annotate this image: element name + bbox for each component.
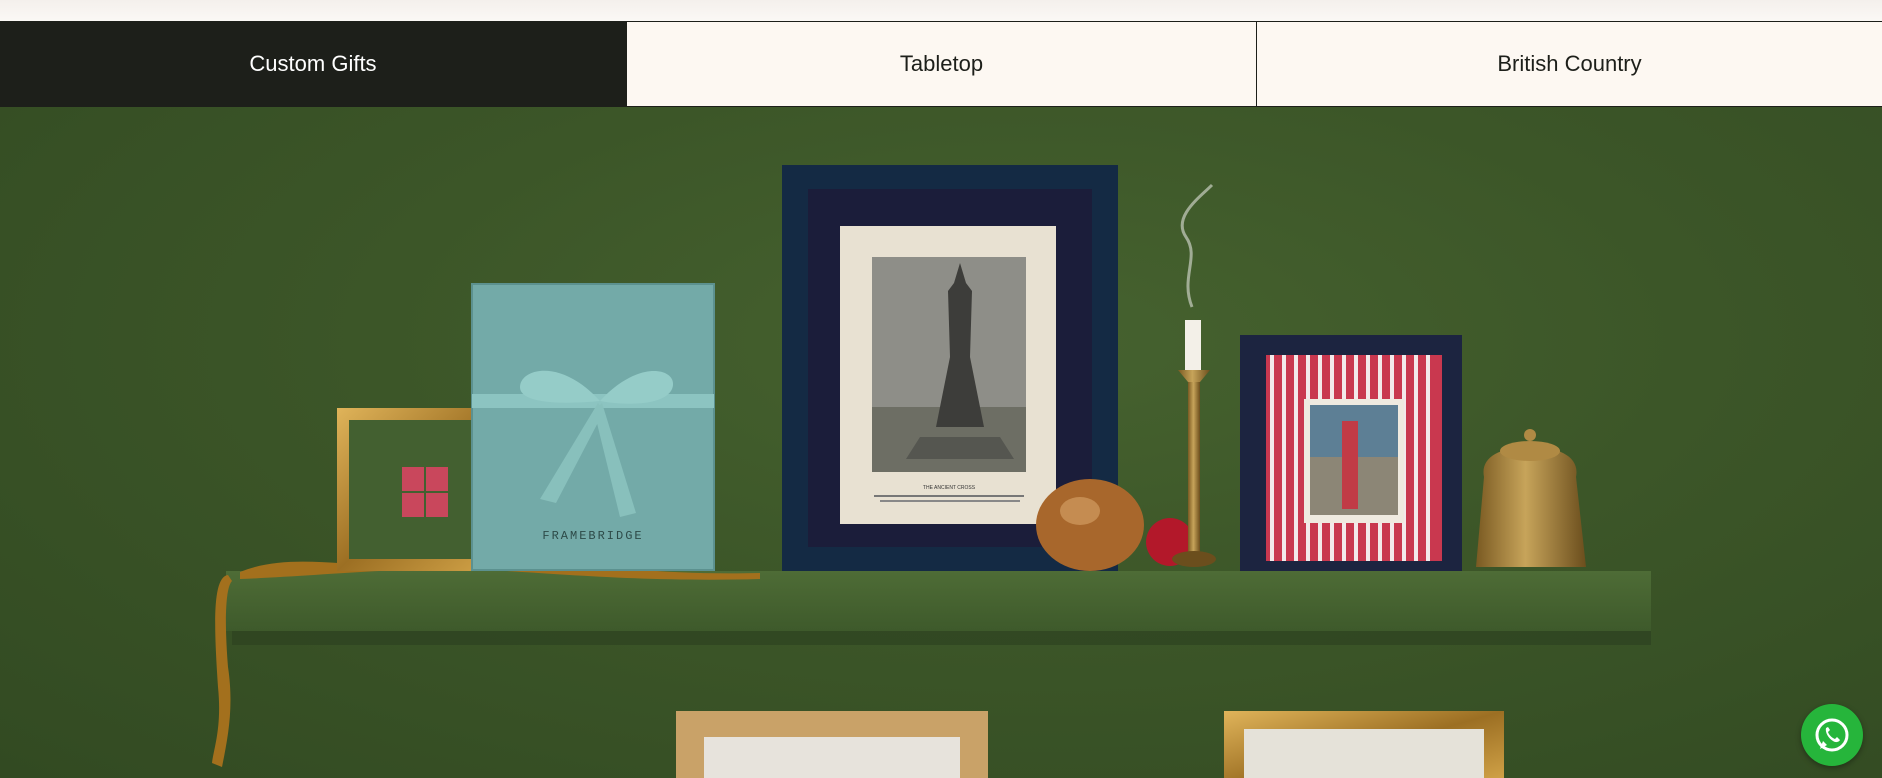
hero-banner-image[interactable]: FRAMEBRIDGE THE ANCIENT CROSS <box>0 107 1882 778</box>
brass-jar <box>1476 447 1586 567</box>
glass-ornament <box>1036 479 1144 571</box>
top-strip <box>0 0 1882 21</box>
candlestick <box>1188 382 1200 552</box>
tab-custom-gifts[interactable]: Custom Gifts <box>0 22 626 106</box>
whatsapp-chat-button[interactable] <box>1801 704 1863 766</box>
hero-scene: FRAMEBRIDGE THE ANCIENT CROSS <box>212 165 1651 778</box>
tab-tabletop[interactable]: Tabletop <box>626 22 1257 106</box>
print-title: THE ANCIENT CROSS <box>923 485 976 491</box>
whatsapp-icon <box>1815 718 1849 752</box>
tab-british-country[interactable]: British Country <box>1257 22 1882 106</box>
gift-box-brand: FRAMEBRIDGE <box>542 529 643 543</box>
candle <box>1185 320 1201 370</box>
category-tabs: Custom Gifts Tabletop British Country <box>0 21 1882 107</box>
wall-shelf <box>226 571 1651 631</box>
